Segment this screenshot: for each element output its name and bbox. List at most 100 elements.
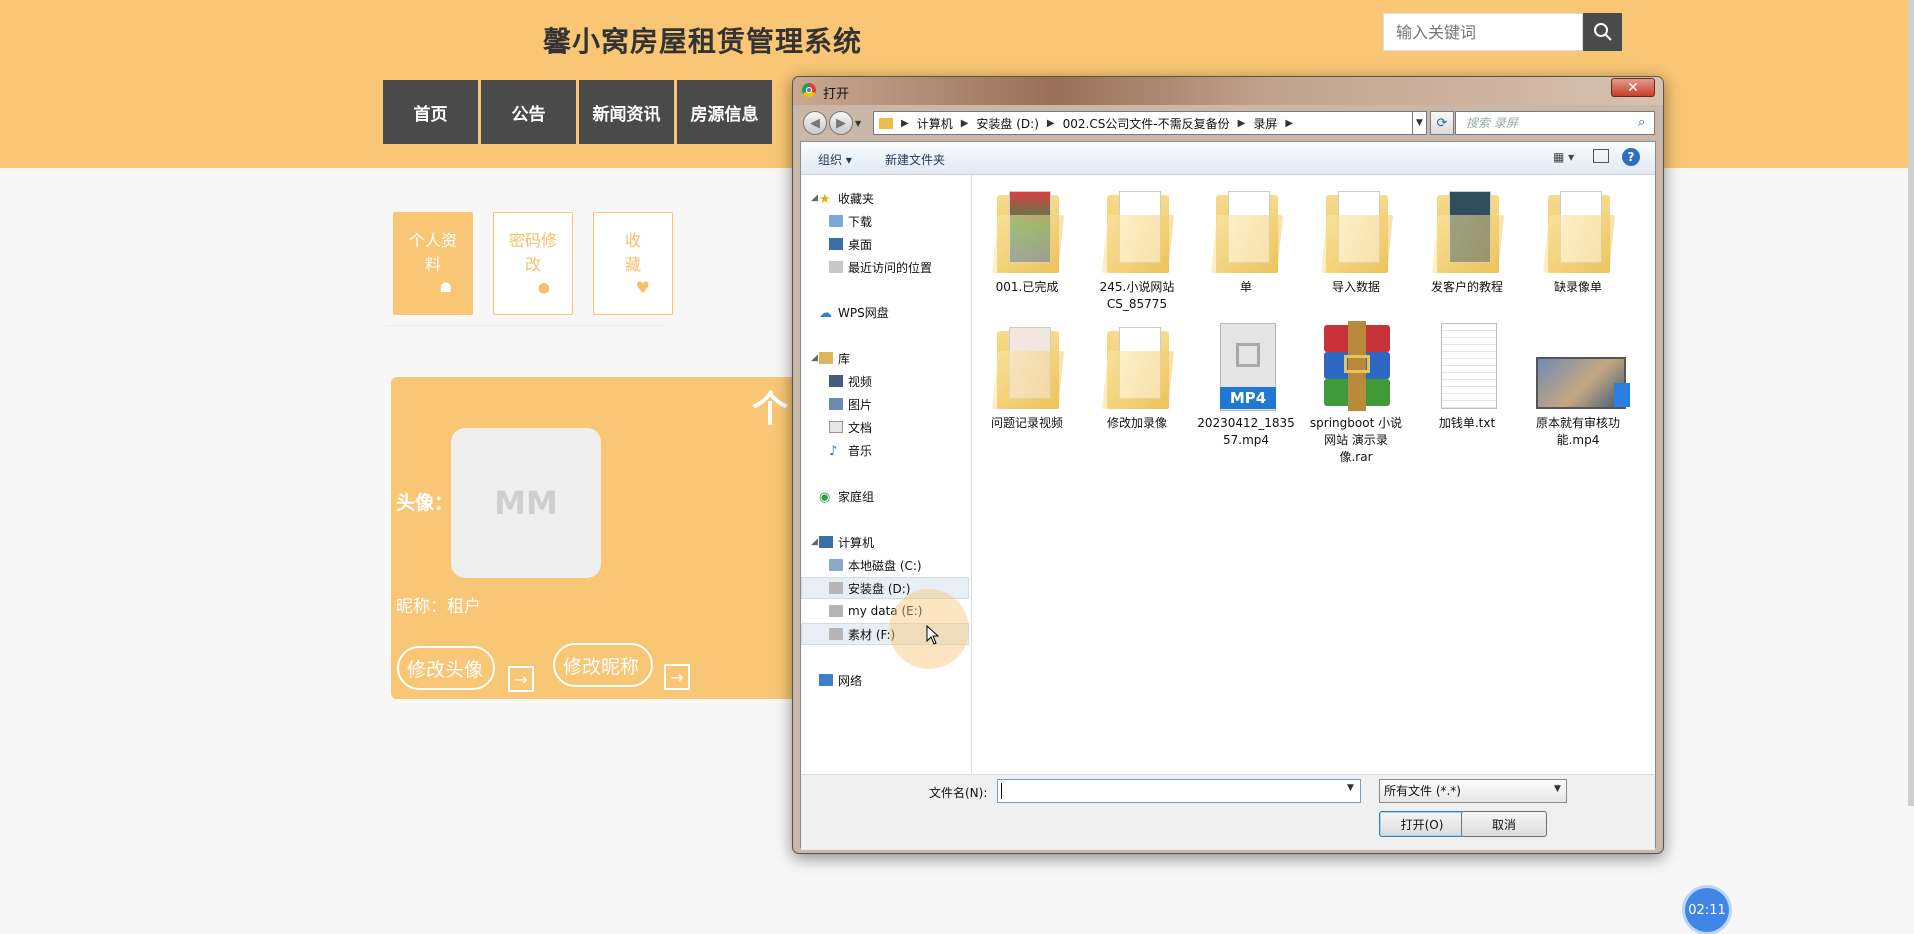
breadcrumb-computer[interactable]: 计算机 xyxy=(917,115,953,132)
file-name: 单 xyxy=(1239,280,1252,294)
tree-downloads-label: 下载 xyxy=(848,214,873,229)
tree-documents-label: 文档 xyxy=(848,420,873,435)
tree-library-label: 库 xyxy=(838,351,851,366)
change-avatar-arrow-icon[interactable]: → xyxy=(508,666,534,692)
file-name: 发客户的教程 xyxy=(1430,280,1503,294)
search-button[interactable] xyxy=(1583,13,1622,51)
file-item[interactable]: 001.已完成 xyxy=(975,185,1079,296)
open-file-dialog: 打开 ✕ ◀ ▶ ▼ ▶ 计算机 ▶ 安装盘 (D:) ▶ 002.CS公司文件… xyxy=(792,76,1664,854)
tree-documents[interactable]: 文档 xyxy=(829,416,872,438)
video-library-icon xyxy=(829,375,843,387)
tree-library[interactable]: 库 xyxy=(819,347,850,369)
file-item[interactable]: 导入数据 xyxy=(1304,185,1408,296)
drive-icon xyxy=(829,582,843,594)
change-avatar-button[interactable]: 修改头像 xyxy=(397,646,495,690)
tree-recent[interactable]: 最近访问的位置 xyxy=(829,256,932,278)
folder-icon xyxy=(1320,185,1394,275)
file-item[interactable]: 单 xyxy=(1194,185,1298,296)
nav-news[interactable]: 新闻资讯 xyxy=(579,80,674,144)
tree-desktop[interactable]: 桌面 xyxy=(829,233,872,255)
dialog-body: 组织 ▾ 新建文件夹 ▦ ▾ ? ◢ ★ 收藏夹 下载 桌面 最近访问的位置 ☁ W… xyxy=(800,141,1656,850)
heart-icon: ♥ xyxy=(635,278,650,297)
breadcrumb-company-folder[interactable]: 002.CS公司文件-不需反复备份 xyxy=(1063,115,1230,132)
open-button[interactable]: 打开(O) xyxy=(1379,811,1465,837)
tree-drive-c[interactable]: 本地磁盘 (C:) xyxy=(829,554,922,576)
address-bar[interactable]: ▶ 计算机 ▶ 安装盘 (D:) ▶ 002.CS公司文件-不需反复备份 ▶ 录… xyxy=(873,111,1413,135)
drive-icon xyxy=(829,559,843,571)
nav-home[interactable]: 首页 xyxy=(383,80,478,144)
tab-favorites-label: 收藏 xyxy=(624,231,641,274)
dialog-search-icon[interactable]: ⌕ xyxy=(1638,115,1645,130)
filename-dropdown-icon[interactable]: ▼ xyxy=(1347,783,1354,793)
filename-input[interactable] xyxy=(997,779,1361,803)
breadcrumb-drive-d[interactable]: 安装盘 (D:) xyxy=(976,115,1038,132)
file-item[interactable]: 修改加录像 xyxy=(1085,321,1189,432)
nickname: 昵称：租户 xyxy=(396,592,481,617)
history-dropdown-icon[interactable]: ▼ xyxy=(855,119,861,128)
tree-favorites[interactable]: ★ 收藏夹 xyxy=(819,187,874,209)
folder-icon xyxy=(1431,185,1505,275)
star-icon: ★ xyxy=(819,192,831,207)
search-input[interactable] xyxy=(1383,13,1583,51)
organize-button[interactable]: 组织 ▾ xyxy=(818,151,852,168)
tree-computer[interactable]: 计算机 xyxy=(819,531,874,553)
tab-change-password[interactable]: 密码修改 ● xyxy=(493,212,573,315)
tree-computer-label: 计算机 xyxy=(838,535,875,550)
tree-network[interactable]: 网络 xyxy=(819,669,862,691)
change-nickname-button[interactable]: 修改昵称 xyxy=(553,643,653,687)
dialog-titlebar[interactable]: 打开 ✕ xyxy=(793,77,1663,105)
file-name: 原本就有审核功能.mp4 xyxy=(1535,416,1620,447)
view-options-icon[interactable]: ▦ ▾ xyxy=(1553,150,1574,164)
new-folder-button[interactable]: 新建文件夹 xyxy=(885,151,945,168)
filetype-dropdown-icon[interactable]: ▼ xyxy=(1554,784,1561,794)
file-item[interactable]: springboot 小说网站 演示录像.rar xyxy=(1304,321,1408,466)
cancel-button[interactable]: 取消 xyxy=(1461,811,1547,837)
file-item[interactable]: MP4 20230412_183557.mp4 xyxy=(1194,321,1298,449)
avatar: MM xyxy=(451,428,601,578)
filetype-select[interactable]: 所有文件 (*.*) xyxy=(1379,779,1567,803)
tree-music[interactable]: ♪ 音乐 xyxy=(829,439,872,461)
folder-icon xyxy=(879,117,893,129)
forward-button[interactable]: ▶ xyxy=(829,111,853,135)
help-icon[interactable]: ? xyxy=(1622,148,1640,166)
tree-wps[interactable]: ☁ WPS网盘 xyxy=(819,301,889,323)
files-pane: 001.已完成 245.小说网站CS_85775 单 导入数据 发客户的教程 缺… xyxy=(972,175,1655,773)
tree-homegroup[interactable]: ◉ 家庭组 xyxy=(819,485,874,507)
file-item[interactable]: 发客户的教程 xyxy=(1415,185,1519,296)
page-scrollbar[interactable] xyxy=(1908,0,1914,806)
address-row: ◀ ▶ ▼ ▶ 计算机 ▶ 安装盘 (D:) ▶ 002.CS公司文件-不需反复… xyxy=(793,105,1663,141)
tree-pictures[interactable]: 图片 xyxy=(829,393,872,415)
breadcrumb-recordings[interactable]: 录屏 xyxy=(1253,115,1277,132)
drive-icon xyxy=(829,628,843,640)
navigation-pane: ◢ ★ 收藏夹 下载 桌面 最近访问的位置 ☁ WPS网盘 ◢ 库 视频 图片 文档… xyxy=(801,175,972,773)
expand-computer-icon[interactable]: ◢ xyxy=(811,537,818,547)
back-button[interactable]: ◀ xyxy=(803,111,827,135)
nav-listings[interactable]: 房源信息 xyxy=(677,80,772,144)
nav-notice[interactable]: 公告 xyxy=(481,80,576,144)
expand-library-icon[interactable]: ◢ xyxy=(811,353,818,363)
folder-icon xyxy=(991,321,1065,411)
refresh-icon[interactable]: ⟳ xyxy=(1430,111,1454,135)
dialog-title: 打开 xyxy=(823,87,850,102)
dialog-bottom-bar: 文件名(N): ▼ 所有文件 (*.*) ▼ 打开(O) 取消 xyxy=(801,774,1655,850)
tree-downloads[interactable]: 下载 xyxy=(829,210,872,232)
address-dropdown-icon[interactable]: ▼ xyxy=(1413,111,1427,135)
file-name: 问题记录视频 xyxy=(990,416,1063,430)
preview-pane-icon[interactable] xyxy=(1593,149,1609,163)
file-item[interactable]: 加钱单.txt xyxy=(1415,321,1519,432)
file-name: 修改加录像 xyxy=(1106,416,1167,430)
tree-videos[interactable]: 视频 xyxy=(829,370,872,392)
expand-favorites-icon[interactable]: ◢ xyxy=(811,193,818,203)
tab-favorites[interactable]: 收藏 ♥ xyxy=(593,212,673,315)
tab-personal-info[interactable]: 个人资料 ☗ xyxy=(393,212,473,315)
search-icon xyxy=(1593,23,1612,41)
downloads-icon xyxy=(829,215,843,227)
file-item[interactable]: 问题记录视频 xyxy=(975,321,1079,432)
file-item[interactable]: 原本就有审核功能.mp4 xyxy=(1526,321,1630,449)
document-library-icon xyxy=(829,421,843,433)
close-button[interactable]: ✕ xyxy=(1611,78,1655,97)
dialog-search-input[interactable]: 搜索 录屏 xyxy=(1455,111,1655,135)
file-item[interactable]: 缺录像单 xyxy=(1526,185,1630,296)
file-item[interactable]: 245.小说网站CS_85775 xyxy=(1085,185,1189,313)
change-nickname-arrow-icon[interactable]: → xyxy=(664,664,690,690)
